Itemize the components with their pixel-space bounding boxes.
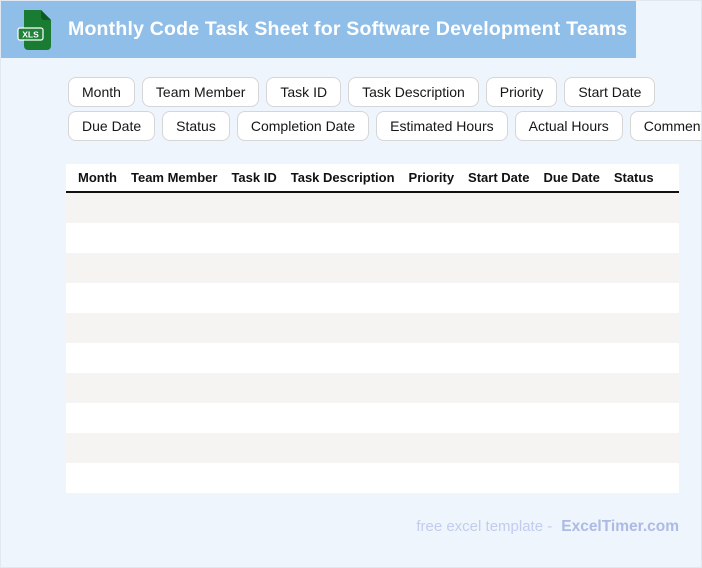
column-chip-task-id[interactable]: Task ID	[266, 77, 342, 107]
column-header-task-id: Task ID	[231, 170, 277, 185]
table-row	[66, 373, 679, 403]
column-chip-estimated-hours[interactable]: Estimated Hours	[376, 111, 508, 141]
table-header-row: Month Team Member Task ID Task Description P…	[66, 164, 679, 193]
column-header-due-date: Due Date	[543, 170, 600, 185]
table-row	[66, 313, 679, 343]
xls-icon-label: XLS	[22, 29, 39, 39]
column-chips: Month Team Member Task ID Task Description P…	[68, 77, 701, 141]
xls-file-icon: XLS	[17, 9, 51, 50]
table-row	[66, 223, 679, 253]
chip-row-1: Month Team Member Task ID Task Description P…	[68, 77, 701, 107]
chip-row-2: Due Date Status Completion Date Estimated H…	[68, 111, 701, 141]
footer: free excel template - ExcelTimer.com	[416, 518, 679, 536]
table-body	[66, 193, 679, 493]
column-chip-actual-hours[interactable]: Actual Hours	[514, 111, 623, 141]
column-header-month: Month	[78, 170, 117, 185]
column-chip-due-date[interactable]: Due Date	[68, 111, 156, 141]
task-table: Month Team Member Task ID Task Description P…	[66, 164, 679, 493]
table-row	[66, 433, 679, 463]
column-chip-comments[interactable]: Comments	[629, 111, 701, 141]
column-chip-task-description[interactable]: Task Description	[348, 77, 479, 107]
footer-brand-link[interactable]: ExcelTimer.com	[561, 518, 679, 536]
table-row	[66, 283, 679, 313]
table-row	[66, 253, 679, 283]
table-row	[66, 193, 679, 223]
column-header-task-description: Task Description	[290, 170, 395, 185]
footer-credit: free excel template -	[416, 518, 553, 535]
page-title: Monthly Code Task Sheet for Software Dev…	[68, 18, 628, 40]
table-row	[66, 403, 679, 433]
column-chip-start-date[interactable]: Start Date	[564, 77, 656, 107]
column-chip-status[interactable]: Status	[162, 111, 230, 141]
table-row	[66, 463, 679, 493]
column-chip-team-member[interactable]: Team Member	[141, 77, 260, 107]
template-preview-page: XLS Monthly Code Task Sheet for Software…	[0, 0, 702, 568]
column-header-team-member: Team Member	[130, 170, 218, 185]
column-chip-month[interactable]: Month	[68, 77, 135, 107]
table-row	[66, 343, 679, 373]
column-chip-completion-date[interactable]: Completion Date	[236, 111, 370, 141]
header-bar: XLS Monthly Code Task Sheet for Software…	[1, 1, 636, 58]
column-header-start-date: Start Date	[468, 170, 530, 185]
column-chip-priority[interactable]: Priority	[485, 77, 558, 107]
column-header-priority: Priority	[408, 170, 455, 185]
column-header-status: Status	[613, 170, 654, 185]
